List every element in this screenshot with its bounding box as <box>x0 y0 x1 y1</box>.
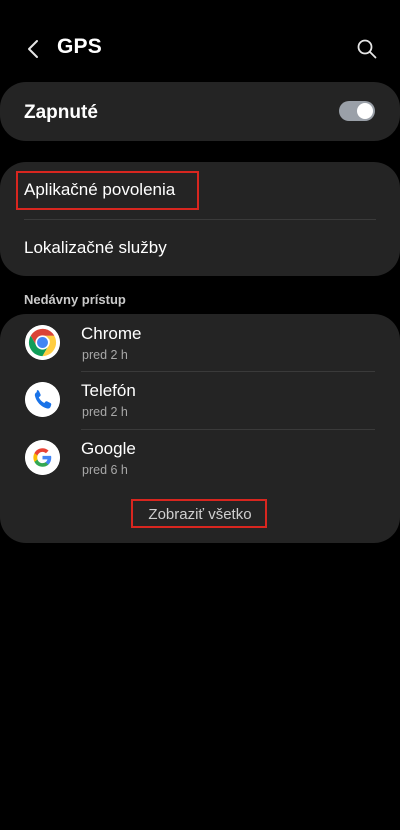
app-name: Google <box>81 439 136 458</box>
gps-toggle-label: Zapnuté <box>24 102 98 123</box>
app-name: Chrome <box>81 324 142 343</box>
section-label-recent: Nedávny prístup <box>24 292 126 307</box>
divider <box>24 219 376 220</box>
app-time: pred 2 h <box>82 405 128 419</box>
page-title: GPS <box>57 35 102 58</box>
app-time: pred 6 h <box>82 463 128 477</box>
top-app-bar: GPS <box>0 0 400 82</box>
chrome-icon <box>25 325 60 360</box>
search-button[interactable] <box>350 32 384 66</box>
back-button[interactable] <box>16 32 50 66</box>
list-item-phone[interactable]: Telefón pred 2 h <box>0 371 400 429</box>
gps-menu-card: Aplikačné povolenia Lokalizačné služby <box>0 162 400 276</box>
google-icon <box>25 440 60 475</box>
gps-switch[interactable] <box>339 101 375 121</box>
chevron-left-icon <box>28 40 38 58</box>
list-item-google[interactable]: Google pred 6 h <box>0 429 400 487</box>
menu-item-location-services[interactable]: Lokalizačné služby <box>24 238 167 258</box>
see-all-button[interactable]: Zobraziť všetko <box>0 506 400 523</box>
recent-access-card: Chrome pred 2 h Telefón pred 2 h Google … <box>0 314 400 543</box>
app-name: Telefón <box>81 381 136 400</box>
list-item-chrome[interactable]: Chrome pred 2 h <box>0 314 400 372</box>
phone-icon <box>25 382 60 417</box>
switch-knob <box>357 103 373 119</box>
app-time: pred 2 h <box>82 348 128 362</box>
menu-item-app-permissions[interactable]: Aplikačné povolenia <box>24 180 175 200</box>
search-icon <box>357 39 377 59</box>
